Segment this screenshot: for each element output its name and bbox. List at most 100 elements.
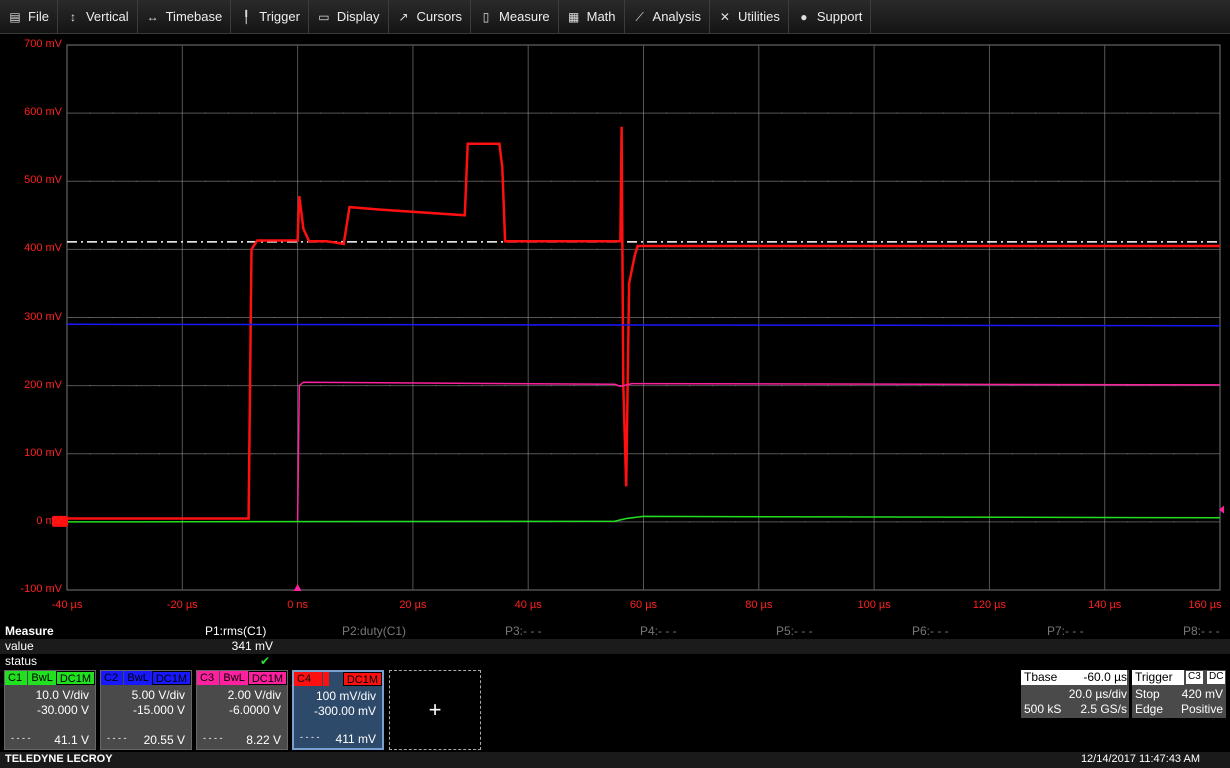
- grid-dot: [158, 317, 160, 318]
- grid-dot: [366, 385, 368, 387]
- y-tick-label: 600 mV: [24, 106, 62, 119]
- grid-dot: [965, 385, 967, 387]
- grid-dot: [1219, 180, 1221, 182]
- grid-dot: [1104, 317, 1106, 318]
- grid-dot: [1058, 180, 1060, 182]
- x-tick-label: 20 µs: [399, 599, 427, 611]
- measure-param-2[interactable]: P2:duty(C1): [342, 624, 406, 639]
- grid-dot: [435, 385, 437, 387]
- channel-box-c2[interactable]: C2 BwL DC1M 5.00 V/div -15.000 V - - - - 20.55…: [100, 670, 192, 750]
- channel-box-c3[interactable]: C3 BwL DC1M 2.00 V/div -6.0000 V - - - - 8.22 …: [196, 670, 288, 750]
- y-tick-label: 700 mV: [24, 38, 62, 50]
- menu-vertical[interactable]: ↕ Vertical: [58, 0, 138, 33]
- menu-file[interactable]: ▤ File: [0, 0, 58, 33]
- channel-dash: - - - -: [107, 733, 127, 743]
- grid-dot: [550, 248, 552, 250]
- channel-readout: 8.22 V: [246, 733, 281, 747]
- grid-dot: [827, 317, 829, 318]
- channel-readout: 41.1 V: [54, 733, 89, 747]
- channel-dash: - - - -: [300, 732, 320, 742]
- menu-display[interactable]: ▭ Display: [309, 0, 389, 33]
- menu-utilities[interactable]: ✕ Utilities: [710, 0, 789, 33]
- grid-dot: [758, 180, 760, 182]
- grid-dot: [320, 317, 322, 318]
- grid-dot: [320, 385, 322, 387]
- grid-dot: [458, 248, 460, 250]
- p1-value: 341 mV: [231, 639, 273, 653]
- grid-dot: [320, 453, 322, 455]
- p1-status-icon: ✔: [260, 654, 271, 668]
- grid-dot: [135, 385, 137, 387]
- measure-param-6[interactable]: P6:- - -: [912, 624, 949, 639]
- menu-trigger[interactable]: ╿ Trigger: [231, 0, 309, 33]
- grid-dot: [919, 180, 921, 182]
- grid-dot: [412, 385, 414, 387]
- grid-dot: [389, 385, 391, 387]
- grid-dot: [988, 521, 990, 523]
- measure-param-1[interactable]: P1:rms(C1): [205, 624, 266, 639]
- grid-dot: [527, 180, 529, 182]
- grid-dot: [735, 180, 737, 182]
- grid-dot: [643, 521, 644, 523]
- measure-param-5[interactable]: P5:- - -: [776, 624, 813, 639]
- grid-dot: [781, 385, 783, 387]
- measure-param-4[interactable]: P4:- - -: [640, 624, 677, 639]
- menu-support[interactable]: ● Support: [789, 0, 872, 33]
- trigger-level: 420 mV: [1181, 687, 1223, 701]
- measure-param-7[interactable]: P7:- - -: [1047, 624, 1084, 639]
- grid-dot: [619, 317, 621, 318]
- grid-dot: [297, 248, 299, 250]
- grid-dot: [250, 112, 252, 114]
- menu-analysis[interactable]: ⟋ Analysis: [625, 0, 710, 33]
- grid-dot: [942, 521, 944, 523]
- add-channel-button[interactable]: +: [389, 670, 481, 750]
- menu-label: Vertical: [85, 9, 129, 24]
- grid-dot: [758, 317, 760, 318]
- grid-dot: [896, 317, 898, 318]
- menu-measure[interactable]: ▯ Measure: [471, 0, 559, 33]
- grid-dot: [412, 453, 414, 455]
- grid-dot: [988, 385, 990, 387]
- grid-dot: [942, 317, 944, 318]
- grid-dot: [965, 248, 967, 250]
- channel-bwl: BwL: [28, 671, 56, 685]
- grid-dot: [343, 180, 345, 182]
- grid-dot: [1127, 317, 1129, 318]
- grid-dot: [573, 317, 575, 318]
- grid-dot: [666, 317, 668, 318]
- menu-timebase[interactable]: ↔ Timebase: [138, 0, 232, 33]
- grid-dot: [712, 112, 714, 114]
- grid-dot: [712, 521, 714, 523]
- grid-dot: [250, 453, 252, 455]
- grid-dot: [850, 112, 852, 114]
- menu-math[interactable]: ▦ Math: [559, 0, 625, 33]
- waveform-grid[interactable]: [0, 33, 1230, 613]
- channel-offset: -6.0000 V: [228, 703, 281, 717]
- grid-dot: [1035, 248, 1037, 250]
- y-tick-label: 400 mV: [24, 242, 62, 255]
- grid-dot: [735, 385, 737, 387]
- channel-box-c4[interactable]: C4 DC1M 100 mV/div -300.00 mV - - - - 411 mV: [292, 670, 384, 750]
- grid-dot: [158, 180, 160, 182]
- timebase-panel[interactable]: Tbase -60.0 µs 20.0 µs/div 500 kS 2.5 GS…: [1021, 670, 1129, 718]
- measure-param-8[interactable]: P8:- - -: [1183, 624, 1220, 639]
- grid-dot: [1150, 180, 1152, 182]
- x-tick-label: 120 µs: [972, 599, 1007, 611]
- menu-label: Measure: [499, 9, 550, 24]
- grid-dot: [643, 453, 644, 455]
- grid-dot: [712, 180, 714, 182]
- measure-param-3[interactable]: P3:- - -: [505, 624, 542, 639]
- grid-dot: [619, 453, 621, 455]
- timebase-icon: ↔: [146, 9, 159, 24]
- grid-dot: [412, 180, 414, 182]
- x-tick-label: 60 µs: [629, 599, 658, 611]
- menu-cursors[interactable]: ↗ Cursors: [389, 0, 472, 33]
- grid-dot: [297, 180, 299, 182]
- grid-dot: [343, 112, 345, 114]
- trigger-time-marker[interactable]: [293, 584, 302, 591]
- grid-dot: [204, 385, 206, 387]
- grid-dot: [389, 180, 391, 182]
- channel-box-c1[interactable]: C1 BwL DC1M 10.0 V/div -30.000 V - - - - 41.1 …: [4, 670, 96, 750]
- trigger-panel[interactable]: Trigger C3 DC Stop 420 mV Edge Positive: [1132, 670, 1226, 718]
- grid-dot: [227, 453, 229, 455]
